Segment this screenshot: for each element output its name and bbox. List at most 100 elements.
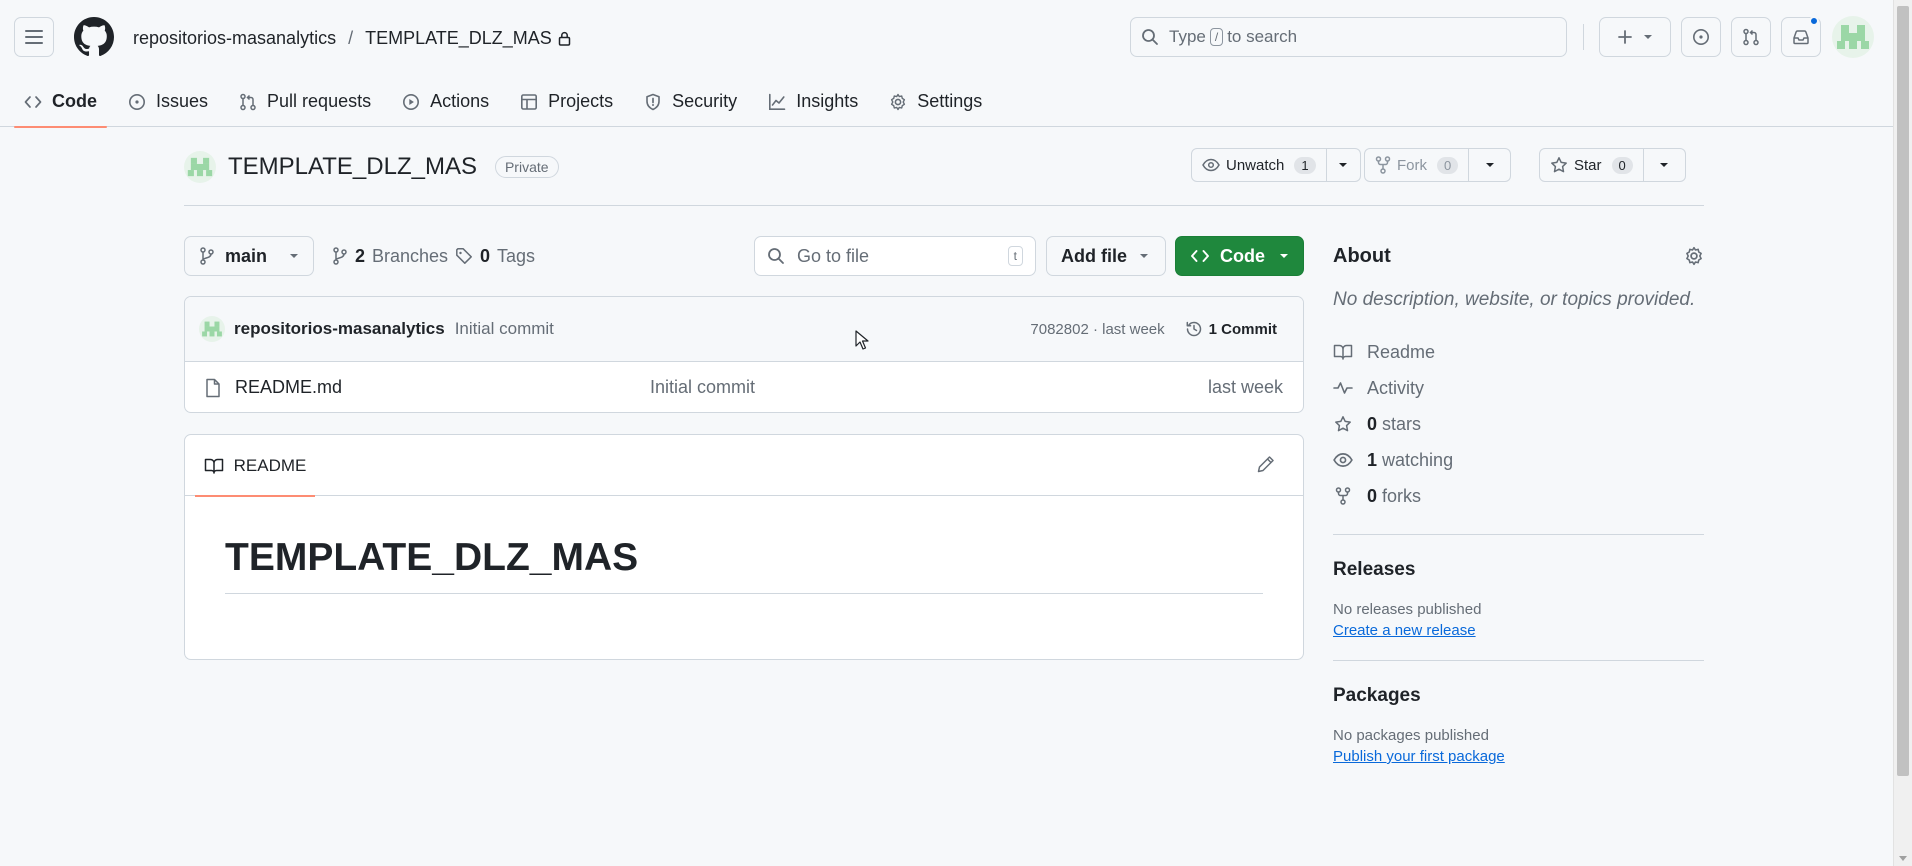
stars-count: 0: [1367, 413, 1378, 434]
about-list: Readme Activity 0 stars 1 watching 0 for…: [1333, 334, 1704, 514]
repo-forked-icon: [1375, 156, 1391, 174]
file-name-link[interactable]: README.md: [235, 377, 650, 398]
tab-insights[interactable]: Insights: [758, 76, 868, 127]
commit-author-link[interactable]: repositorios-masanalytics: [234, 319, 445, 339]
watching-label: watching: [1382, 449, 1454, 470]
menu-button[interactable]: [14, 17, 54, 57]
inbox-button[interactable]: [1781, 16, 1821, 57]
tab-issues[interactable]: Issues: [118, 76, 218, 127]
tab-actions-label: Actions: [430, 91, 490, 111]
sidebar-divider: [1333, 534, 1704, 535]
graph-icon: [769, 93, 786, 110]
fork-dropdown-button[interactable]: [1469, 148, 1512, 182]
issues-button[interactable]: [1681, 17, 1721, 57]
tab-pull-requests-label: Pull requests: [267, 91, 372, 111]
visibility-badge: Private: [494, 155, 559, 178]
tab-projects[interactable]: Projects: [510, 76, 623, 127]
watching-link[interactable]: 1 watching: [1333, 442, 1704, 478]
create-release-link[interactable]: Create a new release: [1333, 622, 1476, 639]
publish-package-link[interactable]: Publish your first package: [1333, 748, 1505, 765]
top-bar: repositorios-masanalytics / TEMPLATE_DLZ…: [0, 0, 1893, 76]
readme-tab-label: README: [233, 455, 307, 475]
edit-repo-details-button[interactable]: [1684, 246, 1704, 266]
breadcrumb: repositorios-masanalytics / TEMPLATE_DLZ…: [133, 26, 571, 50]
commit-author-avatar[interactable]: [199, 316, 225, 342]
breadcrumb-owner-link[interactable]: repositorios-masanalytics: [133, 28, 336, 49]
unwatch-label: Unwatch: [1226, 156, 1285, 174]
about-sidebar: About No description, website, or topics…: [1333, 236, 1704, 766]
file-commit-message[interactable]: Initial commit: [650, 377, 755, 398]
issue-opened-icon: [1693, 29, 1709, 45]
readme-panel: README TEMPLATE_DLZ_MAS: [184, 434, 1304, 660]
tags-count: 0: [480, 245, 491, 266]
activity-link[interactable]: Activity: [1333, 370, 1704, 406]
add-file-button[interactable]: Add file: [1046, 236, 1166, 276]
repo-name[interactable]: TEMPLATE_DLZ_MAS: [228, 153, 477, 181]
owner-avatar[interactable]: [184, 150, 216, 183]
lock-icon: [558, 31, 571, 46]
star-icon: [1551, 157, 1567, 173]
sidebar-divider: [1333, 660, 1704, 661]
tab-settings-label: Settings: [917, 91, 983, 111]
commit-message-link[interactable]: Initial commit: [455, 319, 554, 339]
repo-header-divider: [184, 205, 1704, 206]
star-button[interactable]: Star 0: [1539, 148, 1644, 182]
readme-link[interactable]: Readme: [1333, 334, 1704, 370]
unwatch-button[interactable]: Unwatch 1: [1191, 148, 1327, 182]
triangle-down-icon: [1660, 163, 1669, 167]
gear-icon: [891, 93, 906, 110]
github-logo-icon[interactable]: [74, 17, 114, 57]
tags-link[interactable]: 0 Tags: [455, 236, 535, 276]
about-description: No description, website, or topics provi…: [1333, 289, 1696, 310]
stars-link[interactable]: 0 stars: [1333, 406, 1704, 442]
git-pull-request-icon: [240, 93, 256, 110]
star-dropdown-button[interactable]: [1643, 148, 1686, 182]
repo-nav: Code Issues Pull requests Actions Projec…: [14, 76, 1003, 128]
watch-dropdown-button[interactable]: [1326, 148, 1361, 182]
fork-label: Fork: [1397, 156, 1427, 174]
watch-count: 1: [1294, 156, 1316, 174]
search-shortcut-key: /: [1209, 28, 1224, 46]
about-title: About: [1333, 244, 1391, 267]
page-scrollbar[interactable]: [1893, 0, 1912, 866]
go-to-file-placeholder: Go to file: [797, 245, 870, 266]
branch-selector[interactable]: main: [184, 236, 314, 276]
tab-settings[interactable]: Settings: [879, 76, 992, 127]
tab-actions[interactable]: Actions: [392, 76, 499, 127]
breadcrumb-separator: /: [348, 27, 354, 48]
code-button[interactable]: Code: [1175, 236, 1304, 276]
go-to-file-shortcut: t: [1007, 246, 1023, 266]
breadcrumb-repo-link[interactable]: TEMPLATE_DLZ_MAS: [365, 28, 552, 49]
pull-requests-button[interactable]: [1731, 17, 1771, 57]
commit-sha-time[interactable]: 7082802 · last week: [1030, 321, 1164, 338]
file-row[interactable]: README.md Initial commit last week: [185, 362, 1303, 412]
repo-title: TEMPLATE_DLZ_MAS Private: [184, 150, 559, 183]
branches-link[interactable]: 2 Branches: [332, 236, 448, 276]
play-icon: [403, 93, 420, 110]
tab-security[interactable]: Security: [634, 76, 747, 127]
readme-header: README: [185, 435, 1303, 497]
create-new-button[interactable]: [1599, 17, 1671, 57]
scrollbar-thumb[interactable]: [1897, 6, 1909, 776]
global-search-input[interactable]: Type / to search: [1130, 17, 1567, 57]
fork-button[interactable]: Fork 0: [1364, 148, 1470, 182]
star-count: 0: [1611, 156, 1633, 174]
releases-title[interactable]: Releases: [1333, 559, 1704, 581]
packages-title[interactable]: Packages: [1333, 685, 1704, 707]
forks-link[interactable]: 0 forks: [1333, 478, 1704, 514]
file-browser: repositorios-masanalytics Initial commit…: [184, 296, 1304, 413]
issue-opened-icon: [129, 93, 145, 110]
scroll-down-arrow-icon[interactable]: [1899, 856, 1907, 861]
go-to-file-input[interactable]: Go to file t: [754, 236, 1036, 276]
tab-readme[interactable]: README: [195, 435, 315, 497]
tab-code[interactable]: Code: [14, 76, 107, 128]
file-icon: [206, 378, 220, 397]
search-icon: [768, 248, 784, 264]
user-avatar[interactable]: [1832, 16, 1874, 58]
commits-history-link[interactable]: 1 Commit: [1185, 320, 1277, 338]
code-icon: [1191, 250, 1209, 262]
history-icon: [1186, 321, 1201, 337]
edit-readme-button[interactable]: [1257, 455, 1275, 473]
fork-count: 0: [1437, 156, 1459, 174]
tab-pull-requests[interactable]: Pull requests: [229, 76, 381, 127]
